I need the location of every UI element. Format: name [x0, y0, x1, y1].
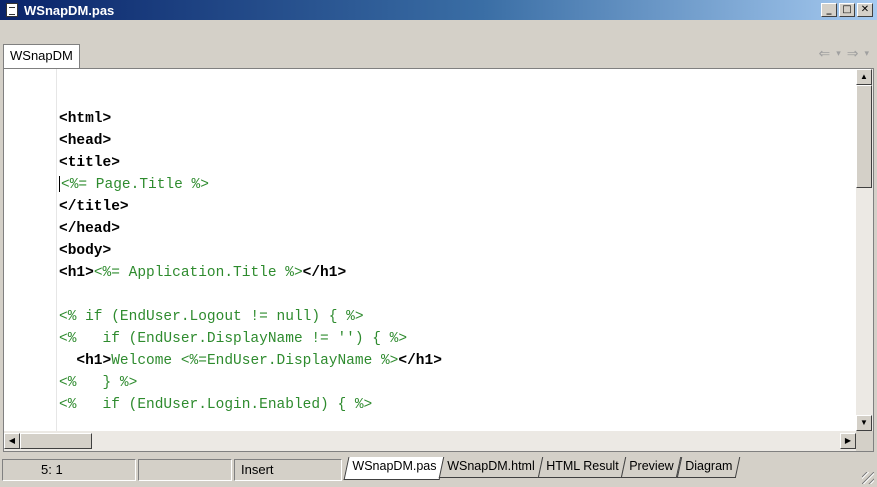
window-title: WSnapDM.pas [24, 2, 115, 18]
scroll-right-button[interactable]: ▶ [840, 433, 856, 449]
insert-mode: Insert [234, 459, 342, 481]
vertical-scrollbar[interactable]: ▲ ▼ [856, 69, 873, 431]
code-line[interactable]: <h1>Welcome <%=EndUser.DisplayName %></h… [59, 350, 849, 372]
close-button[interactable]: ✕ [857, 3, 873, 17]
tab-row: WSnapDM ⇐ ▾ ⇒ ▾ [0, 20, 877, 68]
view-tab[interactable]: WSnapDM.html [438, 457, 543, 478]
code-line[interactable]: <body> [59, 240, 849, 262]
title-bar[interactable]: WSnapDM.pas _ □ ✕ [0, 0, 877, 20]
document-icon [6, 3, 18, 17]
vertical-scroll-thumb[interactable] [856, 85, 872, 188]
code-line[interactable]: <% if (EndUser.Logout != null) { %> [59, 306, 849, 328]
resize-grip-icon[interactable] [862, 472, 874, 484]
status-panel-empty [138, 459, 232, 481]
code-line[interactable] [59, 86, 849, 108]
code-line[interactable]: <title> [59, 152, 849, 174]
tab-wsnapdm[interactable]: WSnapDM [3, 44, 80, 68]
back-arrow-icon[interactable]: ⇐ [818, 45, 830, 62]
code-line[interactable]: <head> [59, 130, 849, 152]
horizontal-scroll-thumb[interactable] [20, 433, 92, 449]
code-line[interactable]: <h1><%= Application.Title %></h1> [59, 262, 849, 284]
scrollbar-corner [856, 431, 873, 451]
view-tab[interactable]: Preview [620, 457, 682, 478]
scroll-down-button[interactable]: ▼ [856, 415, 872, 431]
maximize-button[interactable]: □ [839, 3, 855, 17]
chevron-down-icon[interactable]: ▾ [836, 48, 841, 59]
code-area[interactable]: <html> <head> <title> <%= Page.Title %> </ti… [59, 86, 849, 431]
horizontal-scrollbar[interactable]: ◀ ▶ [4, 431, 856, 451]
view-tab[interactable]: WSnapDM.pas [343, 457, 445, 480]
code-line[interactable]: </head> [59, 218, 849, 240]
code-line[interactable]: <% if (EndUser.Login.Enabled) { %> [59, 394, 849, 416]
navigation-arrows: ⇐ ▾ ⇒ ▾ [818, 45, 869, 62]
code-editor[interactable]: <html> <head> <title> <%= Page.Title %> </ti… [3, 68, 874, 452]
minimize-button[interactable]: _ [821, 3, 837, 17]
scroll-left-button[interactable]: ◀ [4, 433, 20, 449]
text-caret [59, 176, 60, 193]
scroll-up-button[interactable]: ▲ [856, 69, 872, 85]
view-tabs: WSnapDM.pas WSnapDM.html HTML Result Previe… [343, 457, 741, 481]
view-tab[interactable]: Diagram [676, 457, 741, 478]
code-line[interactable]: <% if (EndUser.DisplayName != '') { %> [59, 328, 849, 350]
code-line[interactable]: <%= Page.Title %> [59, 174, 849, 196]
chevron-down-icon[interactable]: ▾ [864, 48, 869, 59]
code-line[interactable]: <html> [59, 108, 849, 130]
code-line[interactable]: <% } %> [59, 372, 849, 394]
code-line[interactable] [59, 284, 849, 306]
cursor-position: 5: 1 [2, 459, 136, 481]
status-bar: 5: 1 Insert WSnapDM.pas WSnapDM.html HTML … [0, 455, 877, 487]
window-controls: _ □ ✕ [821, 3, 873, 17]
editor-gutter[interactable] [4, 69, 57, 431]
forward-arrow-icon[interactable]: ⇒ [847, 45, 859, 62]
editor-window: WSnapDM.pas _ □ ✕ WSnapDM ⇐ ▾ ⇒ ▾ <html>… [0, 0, 877, 487]
view-tab[interactable]: HTML Result [537, 457, 627, 478]
code-line[interactable]: </title> [59, 196, 849, 218]
